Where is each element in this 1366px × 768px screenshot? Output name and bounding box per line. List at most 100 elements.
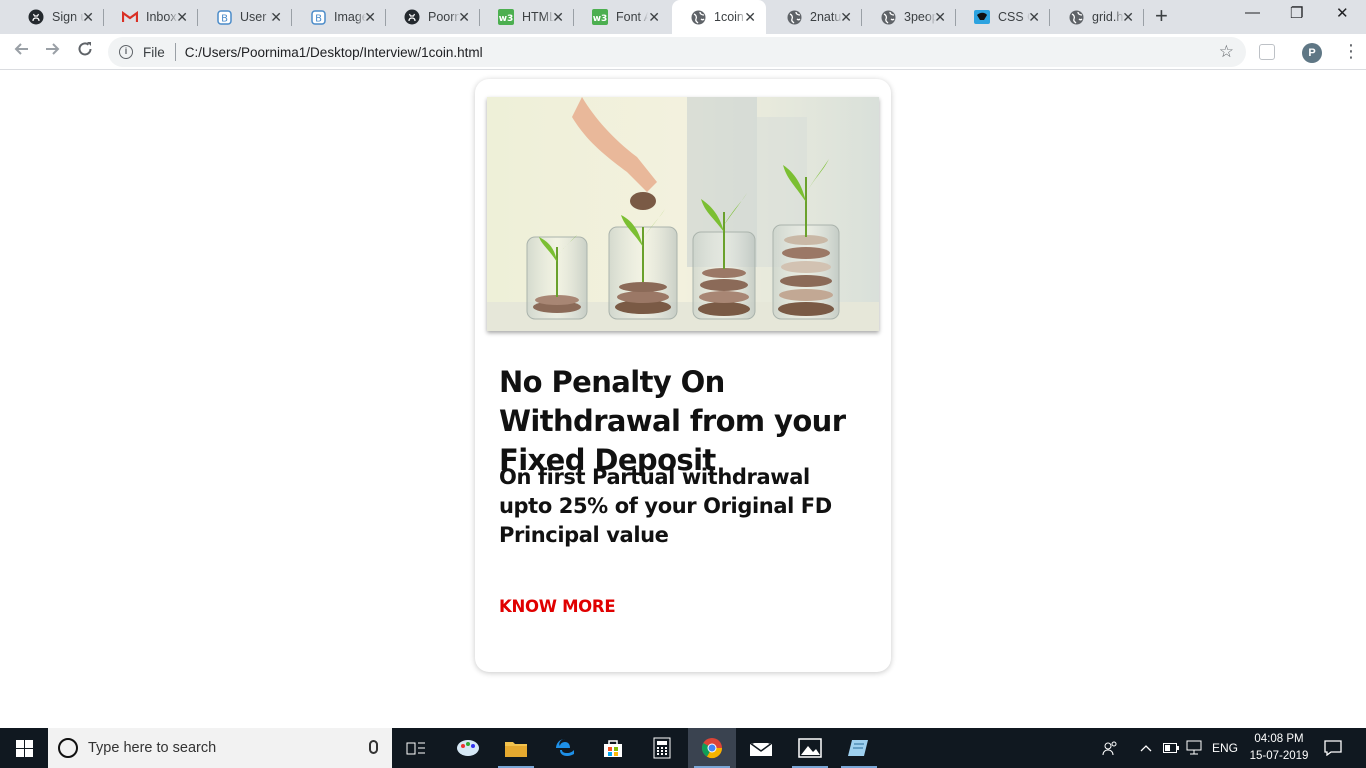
search-placeholder: Type here to search [88,740,217,756]
system-clock[interactable]: 04:08 PM 15-07-2019 [1244,731,1314,765]
chrome-icon [701,738,723,759]
browser-tab[interactable]: grid.html✕ [1050,0,1144,34]
tab-close-icon[interactable]: ✕ [82,9,94,25]
bookmark-star-icon[interactable]: ☆ [1219,42,1234,62]
jar-1 [526,235,588,320]
taskbar-photos[interactable] [786,728,834,768]
tab-separator [1143,9,1144,26]
forward-button[interactable] [45,41,61,61]
notes-icon [848,740,868,756]
browser-tab[interactable]: B Images✕ [292,0,386,34]
extension-icon[interactable] [1259,44,1275,60]
maximize-button[interactable]: ❐ [1290,4,1303,22]
close-window-button[interactable]: ✕ [1336,4,1349,22]
taskbar-edge[interactable] [541,728,589,768]
browser-tab[interactable]: Poornima✕ [386,0,480,34]
edge-icon [556,739,574,756]
taskbar-calculator[interactable] [638,728,686,768]
browser-tab[interactable]: B User Management✕ [198,0,292,34]
card-subtitle: On first Partual withdrawal upto 25% of … [499,465,832,547]
taskbar-chrome[interactable] [688,728,736,768]
network-icon[interactable] [1186,728,1204,768]
taskbar-store[interactable] [589,728,637,768]
clock-time: 04:08 PM [1254,733,1304,745]
promo-card: No Penalty On Withdrawal from your Fixed… [475,79,891,672]
tab-label: HTML [522,10,554,24]
browser-tab[interactable]: w3 HTML ✕ [480,0,574,34]
taskbar-notes-app[interactable] [835,728,883,768]
browser-tab[interactable]: 3people✕ [862,0,956,34]
scheme-label: File [143,44,165,60]
tab-close-icon[interactable]: ✕ [648,9,660,25]
tab-close-icon[interactable]: ✕ [458,9,470,25]
w3schools-icon: w3 [498,9,514,25]
back-button[interactable] [13,41,29,61]
profile-avatar[interactable]: P [1302,43,1322,63]
store-bag-icon [604,740,622,757]
show-hidden-icons-chevron-icon[interactable] [1140,728,1152,768]
page-viewport: No Penalty On Withdrawal from your Fixed… [0,71,1366,728]
task-view-icon [406,742,425,755]
address-divider [174,43,176,61]
coin-jars-illustration [487,97,879,331]
people-icon[interactable] [1102,728,1118,768]
tab-close-icon[interactable]: ✕ [1122,9,1134,25]
github-icon [28,9,44,25]
tab-label: grid.html [1092,10,1124,24]
windows-logo-icon [15,739,33,757]
task-view-button[interactable] [392,728,440,768]
language-indicator[interactable]: ENG [1212,728,1238,768]
menu-icon[interactable]: ⋮ [1342,41,1360,61]
windows-taskbar: Type here to search ENG 04:08 PM 15-07-2… [0,728,1366,768]
tab-label: Inbox [146,10,177,24]
start-button[interactable] [0,728,48,768]
globe-icon [1068,9,1084,25]
globe-icon [880,9,896,25]
address-bar[interactable]: i File C:/Users/Poornima1/Desktop/Interv… [108,37,1246,67]
browser-tab[interactable]: 2nature✕ [768,0,862,34]
tab-close-icon[interactable]: ✕ [552,9,564,25]
bootstrap-icon: B [216,9,232,25]
tab-close-icon[interactable]: ✕ [270,9,282,25]
gmail-icon [122,9,138,25]
microphone-icon[interactable] [369,740,378,754]
minimize-button[interactable]: — [1245,4,1260,21]
tab-close-icon[interactable]: ✕ [1028,9,1040,25]
taskbar-paint-app[interactable] [444,728,492,768]
browser-toolbar: i File C:/Users/Poornima1/Desktop/Interv… [0,34,1366,70]
taskbar-search[interactable]: Type here to search [48,728,392,768]
tab-close-icon[interactable]: ✕ [364,9,376,25]
hero-image [487,97,879,331]
clock-date: 15-07-2019 [1249,750,1309,762]
browser-tab[interactable]: 1coin ✕ [672,0,766,34]
paint-palette-icon [457,740,479,756]
svg-text:B: B [221,13,228,24]
tab-close-icon[interactable]: ✕ [934,9,946,25]
css-tricks-icon [974,9,990,25]
know-more-link[interactable]: KNOW MORE [499,597,616,616]
tab-label: Sign up [52,10,84,24]
reload-button[interactable] [77,41,93,61]
info-icon[interactable]: i [119,45,133,59]
photos-icon [798,738,822,758]
tab-label: 1coin [714,10,744,24]
github-icon [404,9,420,25]
tab-label: Poornima [428,10,460,24]
cortana-icon [58,738,78,758]
new-tab-button[interactable]: + [1155,5,1168,27]
globe-icon [786,9,802,25]
tab-close-icon[interactable]: ✕ [744,9,756,25]
people-glyph-icon [1102,741,1117,756]
tab-close-icon[interactable]: ✕ [840,9,852,25]
tab-close-icon[interactable]: ✕ [176,9,188,25]
tab-label: 2nature [810,10,842,24]
battery-icon[interactable] [1163,728,1179,768]
browser-tab[interactable]: Sign up✕ [10,0,104,34]
taskbar-file-explorer[interactable] [492,728,540,768]
browser-tab[interactable]: CSS Grid✕ [956,0,1050,34]
taskbar-mail[interactable] [737,728,785,768]
browser-tab[interactable]: Inbox ✕ [104,0,198,34]
action-center-icon[interactable] [1324,728,1342,768]
browser-tab[interactable]: w3 Font Awesome✕ [574,0,670,34]
url-text[interactable]: C:/Users/Poornima1/Desktop/Interview/1co… [185,45,483,60]
